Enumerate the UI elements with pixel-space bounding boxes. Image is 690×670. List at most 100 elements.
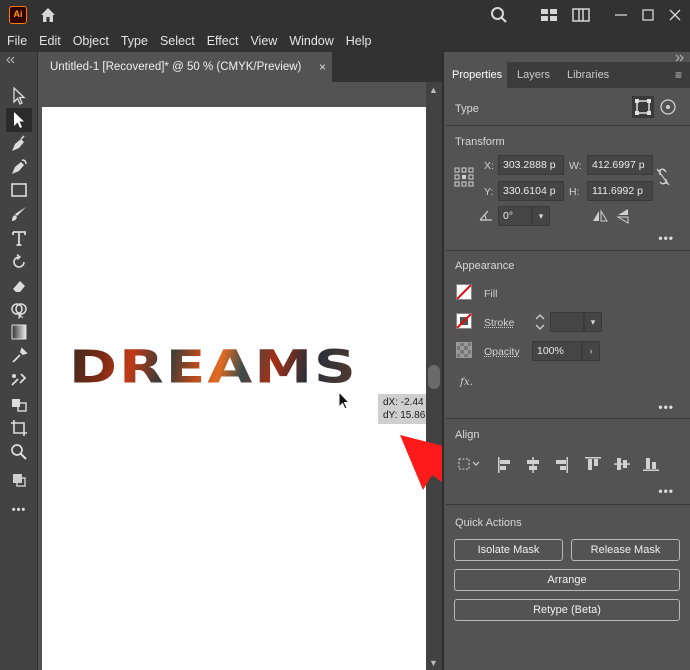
x-position-input[interactable]: 303.2888 p (498, 155, 564, 175)
blend-tool[interactable] (9, 370, 29, 390)
width-input[interactable]: 412.6997 p (587, 155, 653, 175)
curvature-tool[interactable] (9, 157, 29, 177)
eraser-icon (13, 281, 25, 292)
panel-menu-icon[interactable]: ≡ (675, 62, 682, 88)
eraser-tool[interactable] (9, 276, 29, 296)
align-vertical-center-icon[interactable] (613, 456, 631, 472)
isolate-mask-button[interactable]: Isolate Mask (454, 539, 563, 561)
gradient-tool[interactable] (9, 322, 29, 342)
menu-window[interactable]: Window (288, 32, 334, 50)
rotate-angle-dropdown-icon[interactable]: ▾ (532, 206, 550, 226)
menu-select[interactable]: Select (159, 32, 196, 50)
fill-swatch-none-icon[interactable] (456, 284, 472, 300)
pen-tool[interactable] (9, 134, 29, 154)
opacity-expand-icon[interactable]: › (582, 341, 600, 361)
transform-section-title: Transform (455, 136, 505, 148)
type-tool[interactable] (9, 228, 29, 248)
crop-tool[interactable] (9, 418, 29, 438)
align-top-icon[interactable] (584, 456, 602, 472)
menu-edit[interactable]: Edit (38, 32, 62, 50)
artboard-icon (12, 399, 27, 412)
home-icon[interactable] (38, 5, 58, 25)
opacity-label[interactable]: Opacity (484, 346, 520, 358)
maximize-icon[interactable] (639, 6, 657, 24)
reference-point-grid-icon[interactable] (454, 167, 474, 187)
menu-object[interactable]: Object (72, 32, 110, 50)
eyedropper-tool[interactable] (9, 346, 29, 366)
minimize-icon[interactable] (612, 6, 630, 24)
menu-type[interactable]: Type (120, 32, 149, 50)
paintbrush-icon (12, 207, 26, 221)
shape-builder-icon (11, 303, 27, 319)
appearance-more-options[interactable]: ••• (658, 400, 674, 414)
vertical-scrollbar[interactable]: ▲ ▼ (426, 82, 442, 670)
selection-arrow-icon (13, 87, 26, 105)
direct-selection-tool[interactable] (6, 108, 32, 132)
align-horizontal-center-icon[interactable] (525, 456, 541, 474)
quick-actions-section-title: Quick Actions (455, 517, 522, 529)
scroll-down-icon[interactable]: ▼ (429, 658, 438, 668)
stroke-label[interactable]: Stroke (484, 317, 514, 329)
opacity-input[interactable]: 100% (532, 341, 582, 361)
gradient-icon (11, 324, 27, 340)
release-mask-button[interactable]: Release Mask (571, 539, 680, 561)
flip-vertical-icon[interactable] (616, 208, 630, 224)
align-right-icon[interactable] (554, 456, 570, 474)
menu-effect[interactable]: Effect (206, 32, 240, 50)
fx-effects-button[interactable]: fx. (460, 376, 473, 388)
arrange-documents-icon[interactable] (540, 6, 558, 24)
edit-toolbar-more[interactable]: ••• (9, 500, 29, 520)
align-to-selection-icon[interactable] (458, 456, 482, 472)
artboard-tool[interactable] (9, 394, 29, 414)
transform-more-options[interactable]: ••• (658, 231, 674, 245)
divider (446, 125, 690, 126)
align-more-options[interactable]: ••• (658, 484, 674, 498)
y-position-input[interactable]: 330.6104 p (498, 181, 564, 201)
fill-stroke-icon (13, 474, 26, 487)
search-icon[interactable] (490, 6, 508, 24)
rectangle-tool[interactable] (9, 180, 29, 200)
tools-panel: ••• (0, 52, 38, 670)
collapse-toolbar-icon[interactable] (6, 56, 16, 64)
tab-layers[interactable]: Layers (509, 62, 558, 88)
fill-label: Fill (484, 288, 498, 300)
document-tabs: Untitled-1 [Recovered]* @ 50 % (CMYK/Pre… (38, 52, 442, 82)
scroll-up-icon[interactable]: ▲ (429, 85, 438, 95)
divider (446, 250, 690, 251)
menu-view[interactable]: View (249, 32, 278, 50)
align-left-icon[interactable] (496, 456, 512, 474)
tab-libraries[interactable]: Libraries (559, 62, 617, 88)
selection-tool[interactable] (9, 86, 29, 106)
move-delta-tooltip: dX: -2.44 dY: 15.86 (378, 394, 426, 424)
align-bottom-icon[interactable] (642, 456, 660, 472)
zoom-tool[interactable] (9, 442, 29, 462)
retype-beta-button[interactable]: Retype (Beta) (454, 599, 680, 621)
close-window-icon[interactable] (666, 6, 684, 24)
constrain-proportions-icon[interactable] (656, 168, 670, 186)
document-tab[interactable]: Untitled-1 [Recovered]* @ 50 % (CMYK/Pre… (38, 52, 332, 82)
scrollbar-thumb[interactable] (428, 365, 440, 389)
tab-properties[interactable]: Properties (444, 62, 507, 88)
shape-builder-tool[interactable] (9, 300, 29, 320)
workspace-icon[interactable] (572, 6, 590, 24)
reference-point-icon[interactable] (659, 98, 677, 116)
stroke-weight-dropdown-icon[interactable]: ▾ (584, 312, 602, 332)
rotate-tool[interactable] (9, 252, 29, 272)
fill-stroke-swap[interactable] (9, 470, 29, 490)
stroke-weight-input[interactable] (550, 312, 584, 332)
opacity-checker-icon (456, 342, 472, 358)
menu-help[interactable]: Help (345, 32, 373, 50)
dreams-clipping-mask-text[interactable]: DREAMS (69, 342, 358, 392)
appearance-section-title: Appearance (455, 260, 515, 272)
flip-horizontal-icon[interactable] (592, 209, 608, 223)
bounding-box-icon[interactable] (632, 96, 654, 118)
paintbrush-tool[interactable] (9, 204, 29, 224)
close-tab-icon[interactable]: × (319, 60, 326, 74)
collapse-panel-icon[interactable] (674, 54, 684, 62)
arrange-button[interactable]: Arrange (454, 569, 680, 591)
height-input[interactable]: 111.6992 p (587, 181, 653, 201)
stroke-weight-stepper-icon[interactable] (534, 312, 546, 332)
stroke-swatch-none-icon[interactable] (456, 313, 472, 329)
rotate-angle-input[interactable]: 0° (498, 206, 532, 226)
menu-file[interactable]: File (6, 32, 28, 50)
